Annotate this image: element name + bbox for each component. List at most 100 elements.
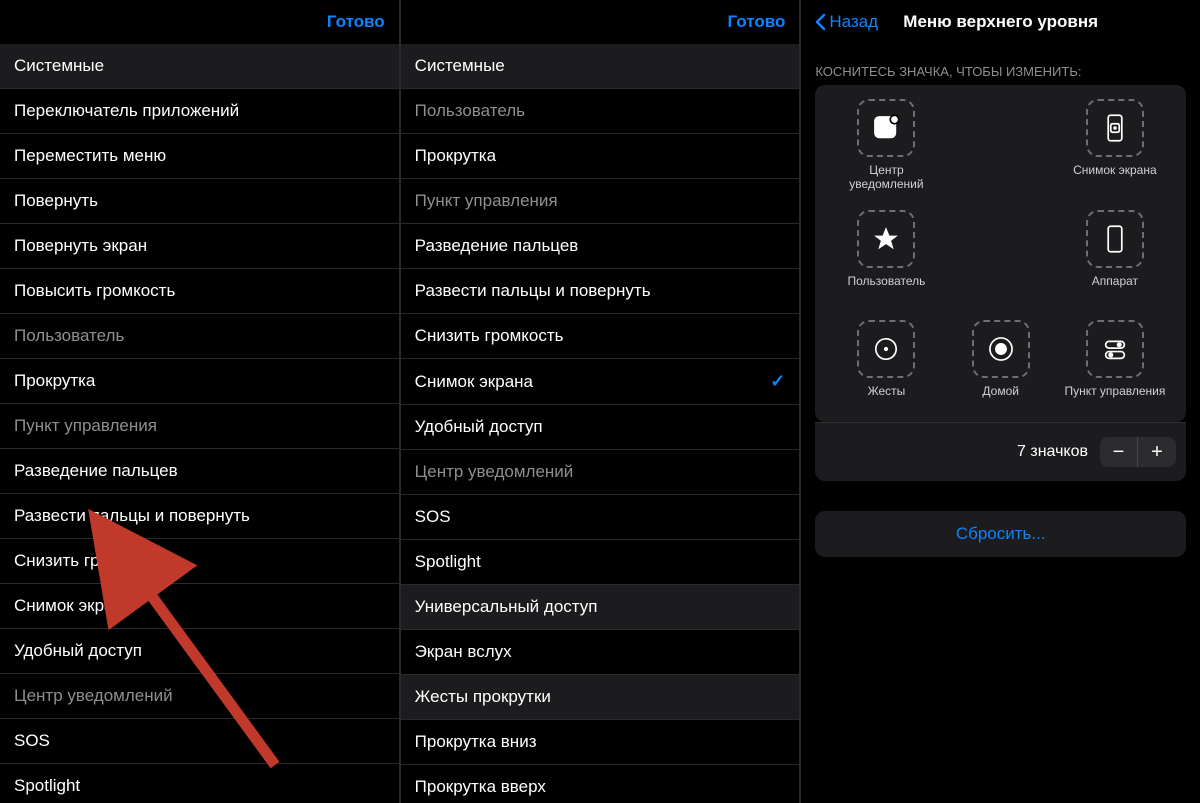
list-item[interactable]: Снимок экрана ✓: [401, 359, 800, 405]
list-item-label: Универсальный доступ: [415, 597, 598, 617]
list-item-label: Пункт управления: [415, 191, 558, 211]
notification-center-icon: [857, 99, 915, 157]
list-item[interactable]: Экран вслух: [401, 630, 800, 675]
list-item-label: Переключатель приложений: [14, 101, 239, 121]
list-item-label: SOS: [415, 507, 451, 527]
list-item-label: Системные: [415, 56, 505, 76]
list-item-disabled: Пользователь: [0, 314, 399, 359]
list-item-disabled: Центр уведомлений: [0, 674, 399, 719]
list-item[interactable]: Прокрутка вверх: [401, 765, 800, 803]
list-item-label: Снизить громкость: [415, 326, 564, 346]
list-item[interactable]: Повернуть экран: [0, 224, 399, 269]
icon-grid: Центр уведомлений Снимок экрана Пользовате…: [815, 85, 1186, 422]
icon-slot-custom[interactable]: Пользователь: [833, 210, 939, 302]
device-icon: [1086, 210, 1144, 268]
list-item[interactable]: Повернуть: [0, 179, 399, 224]
list-item[interactable]: Переместить меню: [0, 134, 399, 179]
icon-slot-label: Жесты: [868, 384, 906, 412]
list-item[interactable]: Повысить громкость: [0, 269, 399, 314]
option-list-1: Системные Переключатель приложений Перемес…: [0, 44, 399, 803]
icon-slot-label: Домой: [982, 384, 1019, 412]
list-item[interactable]: Прокрутка: [401, 134, 800, 179]
list-item[interactable]: SOS: [401, 495, 800, 540]
icon-slot-device[interactable]: Аппарат: [1062, 210, 1168, 302]
list-item[interactable]: Spotlight: [401, 540, 800, 585]
back-button[interactable]: Назад: [815, 12, 878, 32]
section-header: Жесты прокрутки: [401, 675, 800, 720]
list-item-label: Жесты прокрутки: [415, 687, 551, 707]
icon-slot-label: Пункт управления: [1064, 384, 1165, 412]
done-button[interactable]: Готово: [727, 12, 785, 32]
stepper-minus[interactable]: −: [1100, 437, 1138, 467]
counter-label: 7 значков: [1017, 443, 1088, 461]
list-item-label: Снимок экрана: [415, 372, 533, 392]
reset-button[interactable]: Сбросить...: [815, 511, 1186, 557]
chevron-left-icon: [815, 13, 826, 31]
list-item-label: Системные: [14, 56, 104, 76]
list-item-disabled: Пункт управления: [0, 404, 399, 449]
icon-slot-gestures[interactable]: Жесты: [833, 320, 939, 412]
list-item[interactable]: Прокрутка: [0, 359, 399, 404]
list-item[interactable]: Снимок экрана: [0, 584, 399, 629]
list-item[interactable]: Развести пальцы и повернуть: [0, 494, 399, 539]
list-item-label: Развести пальцы и повернуть: [14, 506, 250, 526]
home-icon: [972, 320, 1030, 378]
icon-slot-label: Снимок экрана: [1073, 163, 1157, 191]
quantity-stepper: − +: [1100, 437, 1176, 467]
pane-2: Готово Системные Пользователь Прокрутка Пун…: [401, 0, 802, 803]
icon-slot-notification-center[interactable]: Центр уведомлений: [833, 99, 939, 192]
pane-1: Готово Системные Переключатель приложений…: [0, 0, 401, 803]
list-item-label: Переместить меню: [14, 146, 166, 166]
list-item-label: Развести пальцы и повернуть: [415, 281, 651, 301]
icon-slot-empty: [948, 210, 1054, 302]
list-item-label: Повернуть экран: [14, 236, 147, 256]
list-item[interactable]: Удобный доступ: [401, 405, 800, 450]
list-item[interactable]: Прокрутка вниз: [401, 720, 800, 765]
list-item-label: Снимок экрана: [14, 596, 132, 616]
section-header: Системные: [401, 44, 800, 89]
icon-slot-empty: [948, 99, 1054, 192]
list-item[interactable]: Удобный доступ: [0, 629, 399, 674]
control-center-icon: [1086, 320, 1144, 378]
list-item-label: Прокрутка вверх: [415, 777, 546, 797]
icon-slot-label: Аппарат: [1092, 274, 1138, 302]
list-item[interactable]: Развести пальцы и повернуть: [401, 269, 800, 314]
list-item[interactable]: Снизить громкость: [0, 539, 399, 584]
list-item[interactable]: Spotlight: [0, 764, 399, 803]
list-item-disabled: Пункт управления: [401, 179, 800, 224]
list-item-label: Spotlight: [415, 552, 481, 572]
list-item-label: Центр уведомлений: [14, 686, 173, 706]
list-item-label: Удобный доступ: [415, 417, 543, 437]
list-item[interactable]: Разведение пальцев: [0, 449, 399, 494]
list-item-label: Повернуть: [14, 191, 98, 211]
list-item-label: Пользователь: [415, 101, 525, 121]
icon-slot-home[interactable]: Домой: [948, 320, 1054, 412]
section-note: КОСНИТЕСЬ ЗНАЧКА, ЧТОБЫ ИЗМЕНИТЬ:: [801, 44, 1200, 85]
checkmark-icon: ✓: [770, 371, 785, 392]
icon-slot-control-center[interactable]: Пункт управления: [1062, 320, 1168, 412]
icon-slot-label: Пользователь: [848, 274, 926, 302]
section-header: Универсальный доступ: [401, 585, 800, 630]
section-header: Системные: [0, 44, 399, 89]
list-item-label: Снизить громкость: [14, 551, 163, 571]
three-panes: Готово Системные Переключатель приложений…: [0, 0, 1200, 803]
list-item-label: Прокрутка: [14, 371, 95, 391]
navbar-1: Готово: [0, 0, 399, 44]
done-button[interactable]: Готово: [327, 12, 385, 32]
list-item-disabled: Пользователь: [401, 89, 800, 134]
list-item[interactable]: Снизить громкость: [401, 314, 800, 359]
navbar-3: Назад Меню верхнего уровня: [801, 0, 1200, 44]
icon-slot-label: Центр уведомлений: [833, 163, 939, 192]
navbar-2: Готово: [401, 0, 800, 44]
list-item[interactable]: Разведение пальцев: [401, 224, 800, 269]
screenshot-icon: [1086, 99, 1144, 157]
list-item[interactable]: Переключатель приложений: [0, 89, 399, 134]
stepper-plus[interactable]: +: [1138, 437, 1176, 467]
list-item[interactable]: SOS: [0, 719, 399, 764]
list-item-label: Spotlight: [14, 776, 80, 796]
icon-slot-screenshot[interactable]: Снимок экрана: [1062, 99, 1168, 192]
list-item-label: Удобный доступ: [14, 641, 142, 661]
list-item-label: SOS: [14, 731, 50, 751]
list-item-label: Пункт управления: [14, 416, 157, 436]
custom-icon: [857, 210, 915, 268]
